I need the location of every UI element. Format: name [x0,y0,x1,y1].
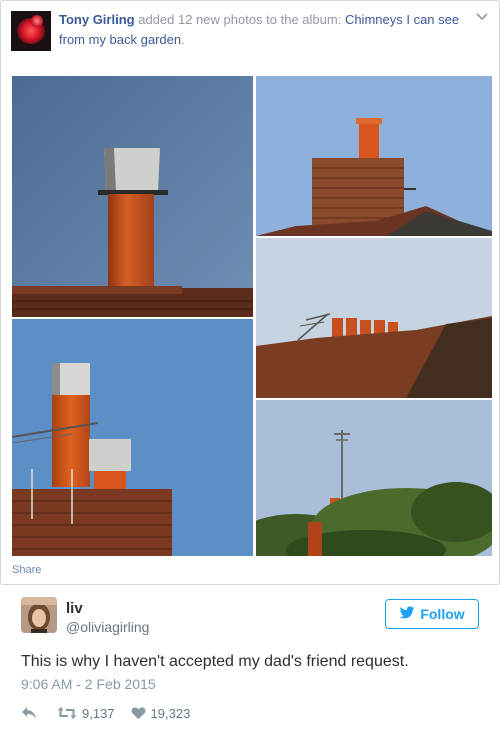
follow-button[interactable]: Follow [385,599,479,629]
author-avatar[interactable] [11,11,51,51]
tweet-actions: 9,137 19,323 [21,704,190,722]
like-count: 19,323 [150,705,191,721]
album-title-period: . [181,32,185,47]
chimney-photo-3[interactable] [256,238,492,398]
chimney-photo-2[interactable] [256,76,492,236]
heart-icon [131,706,146,720]
retweet-button[interactable]: 9,137 [57,706,115,721]
chimney-photo-1[interactable] [12,76,253,317]
facebook-post-card: Tony Girling added 12 new photos to the … [0,0,500,585]
chimney-photo-5[interactable] [256,400,492,556]
like-button[interactable]: 19,323 [131,705,191,721]
chevron-down-icon[interactable] [475,11,489,25]
tweet-text: This is why I haven't accepted my dad's … [21,653,409,670]
retweet-count: 9,137 [82,705,115,721]
post-header: Tony Girling added 12 new photos to the … [59,10,464,50]
tweet-author-handle[interactable]: @oliviagirling [66,619,149,635]
post-action-text: added 12 new photos to the album: [138,12,342,27]
tweet-author-name[interactable]: liv [66,600,83,617]
photo-grid [12,76,492,556]
author-name-link[interactable]: Tony Girling [59,12,135,27]
share-link[interactable]: Share [12,564,41,576]
tweet-avatar[interactable] [21,597,57,633]
chimney-photo-4[interactable] [12,319,253,556]
reply-icon[interactable] [21,706,37,720]
retweet-icon [57,706,77,720]
avatar-glow-highlight [31,15,43,27]
follow-label: Follow [420,606,465,622]
tweet-timestamp[interactable]: 9:06 AM - 2 Feb 2015 [21,676,156,692]
twitter-bird-icon [399,605,415,623]
